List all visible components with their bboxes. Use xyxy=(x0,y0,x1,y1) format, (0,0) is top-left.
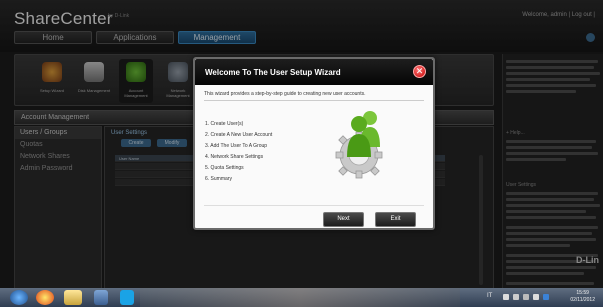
language-indicator[interactable]: IT xyxy=(487,293,492,299)
divider xyxy=(204,205,424,206)
skype-icon[interactable] xyxy=(120,290,134,305)
close-icon[interactable]: ✕ xyxy=(413,65,426,78)
divider xyxy=(204,100,424,101)
start-icon[interactable] xyxy=(10,290,28,305)
wizard-step: 6. Summary xyxy=(205,176,232,182)
system-tray: IT 15:59 02/11/2012 xyxy=(487,289,597,306)
tray-icon[interactable] xyxy=(513,294,519,300)
wizard-step: 2. Create A New User Account xyxy=(205,132,273,138)
wizard-title: Welcome To The User Setup Wizard xyxy=(205,68,341,77)
tray-icon[interactable] xyxy=(543,294,549,300)
users-gear-icon xyxy=(335,111,383,179)
volume-icon[interactable] xyxy=(533,294,539,300)
network-tray-icon[interactable] xyxy=(523,294,529,300)
folder-icon[interactable] xyxy=(64,290,82,305)
wizard-step: 4. Network Share Settings xyxy=(205,154,264,160)
wizard-steps: 1. Create User(s) 2. Create A New User A… xyxy=(205,119,272,185)
wallpaper-strip xyxy=(140,288,460,307)
clock-date: 02/11/2012 xyxy=(570,297,595,303)
wizard-description: This wizard provides a step-by-step guid… xyxy=(204,91,366,97)
next-button[interactable]: Next xyxy=(323,212,364,227)
media-player-icon[interactable] xyxy=(94,290,108,305)
clock-time: 15:59 xyxy=(576,290,589,296)
exit-button[interactable]: Exit xyxy=(375,212,416,227)
wizard-step: 5. Quota Settings xyxy=(205,165,244,171)
wizard-header: Welcome To The User Setup Wizard ✕ xyxy=(195,59,433,85)
chrome-icon[interactable] xyxy=(36,290,54,305)
tray-icon[interactable] xyxy=(503,294,509,300)
wizard-step: 3. Add The User To A Group xyxy=(205,143,268,149)
wizard-step: 1. Create User(s) xyxy=(205,121,244,127)
clock[interactable]: 15:59 02/11/2012 xyxy=(570,290,595,304)
user-setup-wizard-dialog: Welcome To The User Setup Wizard ✕ This … xyxy=(193,57,435,230)
